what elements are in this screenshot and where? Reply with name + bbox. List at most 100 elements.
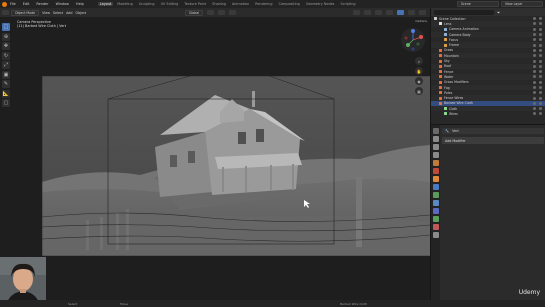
eye-icon[interactable] [533,75,536,79]
view-layer-tab-icon[interactable] [432,152,439,158]
menu-view[interactable]: View [42,11,50,15]
move-tool-icon[interactable]: ✥ [2,42,10,50]
material-shading-icon[interactable] [408,10,415,15]
proportional-edit-icon[interactable] [229,9,237,15]
particles-tab-icon[interactable] [432,192,439,198]
constraints-tab-icon[interactable] [432,208,439,214]
camera-render-icon[interactable] [539,70,542,74]
menu-render[interactable]: Render [36,2,48,6]
eye-icon[interactable] [533,64,536,68]
eye-icon[interactable] [533,27,536,31]
tool-tab-icon[interactable] [432,128,439,134]
camera-render-icon[interactable] [539,33,542,37]
overlay-toggle-icon[interactable] [375,10,382,15]
render-tab-icon[interactable] [432,136,439,142]
data-tab-icon[interactable] [432,216,439,222]
annotate-tool-icon[interactable]: ✎ [2,80,10,88]
menu-help[interactable]: Help [76,2,84,6]
eye-icon[interactable] [533,91,536,95]
measure-tool-icon[interactable]: 📐 [2,89,10,98]
visibility-icon[interactable] [353,10,360,15]
add-modifier-button[interactable]: Add Modifier [442,137,544,144]
eye-icon[interactable] [533,70,536,74]
outliner-item[interactable]: Wires [431,111,545,116]
scale-tool-icon[interactable]: ⤢ [2,61,10,69]
transform-tool-icon[interactable]: ▣ [2,70,10,79]
3d-viewport[interactable]: Camera Perspective (11) Barbed Wire Clot… [0,17,430,300]
physics-tab-icon[interactable] [432,200,439,206]
camera-render-icon[interactable] [539,75,542,79]
gizmo-toggle-icon[interactable] [364,10,371,15]
camera-render-icon[interactable] [539,27,542,31]
eye-icon[interactable] [533,48,536,52]
object-tab-icon[interactable] [432,176,439,182]
camera-render-icon[interactable] [539,38,542,42]
camera-render-icon[interactable] [539,112,542,116]
eye-icon[interactable] [533,80,536,84]
camera-render-icon[interactable] [539,54,542,58]
eye-icon[interactable] [533,86,536,89]
camera-render-icon[interactable] [539,86,542,89]
blender-logo-icon[interactable] [2,1,7,7]
camera-render-icon[interactable] [539,101,542,105]
mode-selector[interactable]: Object Mode [11,9,40,16]
scene-selector[interactable]: Scene [457,1,499,7]
camera-render-icon[interactable] [539,96,542,100]
xray-icon[interactable] [386,10,393,15]
tab-uv-editing[interactable]: UV Editing [159,2,181,6]
add-cube-tool-icon[interactable]: ▢ [2,99,10,107]
camera-render-icon[interactable] [539,48,542,52]
cursor-tool-icon[interactable]: ⊕ [2,32,10,41]
scene-tab-icon[interactable] [432,160,439,166]
menu-file[interactable]: File [10,2,16,6]
tab-layout[interactable]: Layout [97,2,114,6]
eye-icon[interactable] [533,112,536,116]
texture-tab-icon[interactable] [432,232,439,238]
tab-rendering[interactable]: Rendering [253,2,274,6]
camera-view-icon[interactable]: ◉ [415,77,423,85]
material-tab-icon[interactable] [432,224,439,230]
zoom-icon[interactable]: ⌕ [415,57,423,65]
eye-icon[interactable] [533,17,536,21]
eye-icon[interactable] [533,59,536,63]
camera-render-icon[interactable] [539,59,542,63]
eye-icon[interactable] [533,38,536,42]
output-tab-icon[interactable] [432,144,439,150]
pivot-icon[interactable] [207,9,215,15]
camera-render-icon[interactable] [539,107,542,111]
select-tool-icon[interactable]: ⬚ [2,23,10,31]
object-name-field[interactable]: 🔧 Vert [442,128,544,134]
tab-shading[interactable]: Shading [210,2,228,6]
tab-animation[interactable]: Animation [230,2,251,6]
eye-icon[interactable] [533,43,536,47]
pan-hand-icon[interactable]: ✋ [415,67,423,75]
grid-view-icon[interactable]: ▦ [415,87,423,95]
camera-render-icon[interactable] [539,91,542,95]
view-layer-selector[interactable]: View Layer [501,1,543,7]
tab-geometry-nodes[interactable]: Geometry Nodes [304,2,337,6]
tab-modeling[interactable]: Modeling [115,2,134,6]
tab-scripting[interactable]: Scripting [338,2,357,6]
menu-edit[interactable]: Edit [23,2,30,6]
tab-texture-paint[interactable]: Texture Paint [182,2,208,6]
menu-select[interactable]: Select [53,11,63,15]
menu-add[interactable]: Add [66,11,72,15]
camera-render-icon[interactable] [539,22,542,26]
eye-icon[interactable] [533,22,536,26]
tab-compositing[interactable]: Compositing [277,2,302,6]
rotate-tool-icon[interactable]: ↻ [2,51,10,60]
camera-render-icon[interactable] [539,64,542,68]
options-dropdown[interactable]: Options [415,19,427,23]
snap-icon[interactable] [218,9,226,15]
eye-icon[interactable] [533,96,536,100]
menu-window[interactable]: Window [56,2,69,6]
navigation-gizmo-icon[interactable] [400,27,426,53]
transform-orientation[interactable]: Global [185,9,204,16]
solid-shading-icon[interactable] [397,10,404,15]
editor-type-icon[interactable] [2,10,9,15]
rendered-shading-icon[interactable] [419,10,426,15]
eye-icon[interactable] [533,101,536,105]
menu-object[interactable]: Object [75,11,86,15]
outliner-search-input[interactable] [434,9,494,15]
filter-icon[interactable]: ⏷ [497,10,500,15]
